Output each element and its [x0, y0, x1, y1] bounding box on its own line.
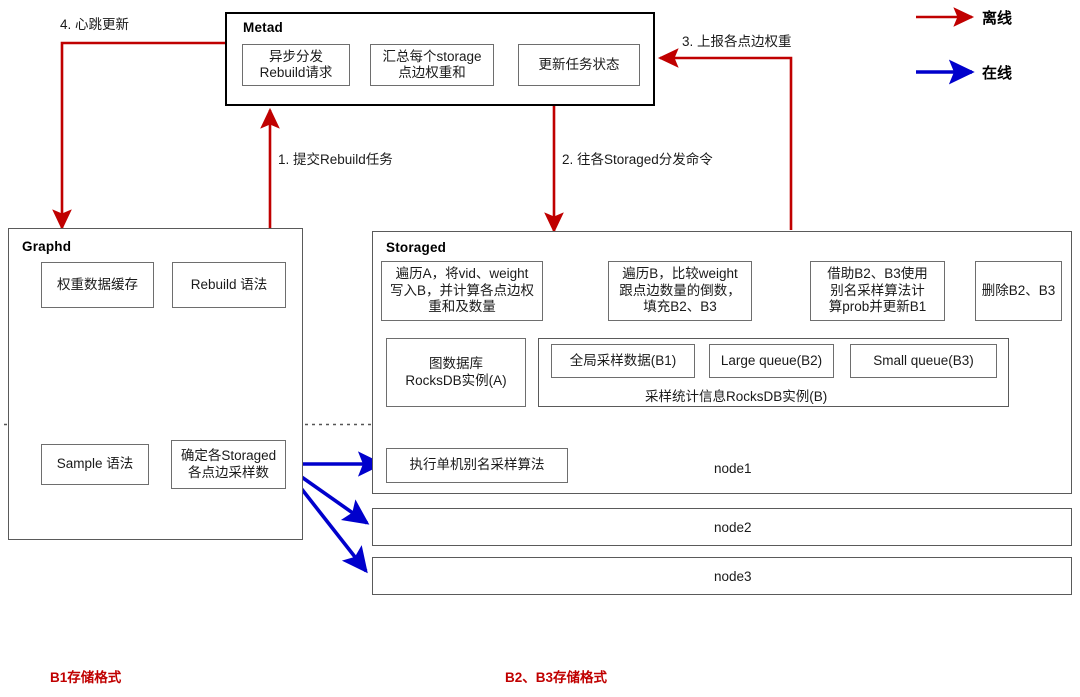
storaged-pipeline-step-2-line2: 跟点边数量的倒数，: [619, 282, 741, 298]
note-b1-format: B1存储格式 key： type:tagId:sId value: vId:we…: [50, 626, 295, 697]
storaged-queue-b3-label: Small queue(B3): [873, 352, 974, 368]
storaged-pipeline-step-1-line1: 遍历A，将vid、weight: [395, 266, 529, 282]
storaged-pipeline-step-2-line1: 遍历B，比较weight: [622, 266, 738, 282]
graphd-box-sample-syntax-label: Sample 语法: [56, 456, 134, 472]
metad-box-update-task-status-label: 更新任务状态: [538, 56, 620, 72]
storaged-pipeline-step-1-line3: 重和及数量: [428, 299, 496, 315]
graphd-title: Graphd: [22, 239, 72, 254]
graphd-box-rebuild-syntax-label: Rebuild 语法: [190, 276, 268, 292]
storaged-rocksdb-instance-a-line2: RocksDB实例(A): [405, 372, 507, 388]
note-b23-title: B2、B3存储格式: [505, 669, 608, 685]
storaged-online-alias-sampling[interactable]: 执行单机别名采样算法: [386, 448, 568, 483]
storaged-queue-b1[interactable]: 全局采样数据(B1): [551, 344, 695, 378]
graphd-box-rebuild-syntax[interactable]: Rebuild 语法: [172, 262, 286, 308]
note-b23-format: B2、B3存储格式 key： type:tagId:sId value: wei…: [505, 626, 633, 697]
metad-title: Metad: [243, 20, 284, 35]
legend-offline-label: 离线: [982, 10, 1013, 27]
node2-label: node2: [714, 520, 752, 535]
storaged-rocksdb-instance-a-line1: 图数据库: [429, 356, 483, 372]
graphd-box-sample-syntax[interactable]: Sample 语法: [41, 444, 149, 485]
graphd-box-determine-sample-count-line1: 确定各Storaged: [180, 448, 277, 464]
storaged-pipeline-step-3-line3: 算prob并更新B1: [828, 299, 927, 315]
node1-label: node1: [714, 461, 752, 476]
metad-box-aggregate-weight-line1: 汇总每个storage: [382, 48, 482, 64]
metad-box-update-task-status[interactable]: 更新任务状态: [518, 44, 640, 86]
graphd-box-weight-cache[interactable]: 权重数据缓存: [41, 262, 154, 308]
graphd-box-determine-sample-count[interactable]: 确定各Storaged 各点边采样数: [171, 440, 286, 489]
metad-box-aggregate-weight[interactable]: 汇总每个storage 点边权重和: [370, 44, 494, 86]
arrow-heartbeat: [52, 41, 225, 231]
metad-box-async-dispatch-line1: 异步分发: [269, 48, 323, 64]
storaged-pipeline-step-3-line2: 别名采样算法计: [830, 282, 925, 298]
flow-label-step2: 2. 往各Storaged分发命令: [562, 152, 713, 167]
storaged-pipeline-step-4-label: 删除B2、B3: [981, 282, 1056, 298]
storaged-pipeline-step-3[interactable]: 借助B2、B3使用 别名采样算法计 算prob并更新B1: [810, 261, 945, 321]
storaged-title: Storaged: [386, 240, 447, 255]
storaged-pipeline-step-2-line3: 填充B2、B3: [643, 299, 717, 315]
note-b1-title: B1存储格式: [50, 669, 122, 685]
storaged-queue-b2[interactable]: Large queue(B2): [709, 344, 834, 378]
diagram-canvas: 离线 在线 4. 心跳更新 1. 提交Rebuild任务 2. 往各Storag…: [0, 0, 1080, 697]
metad-box-async-dispatch[interactable]: 异步分发 Rebuild请求: [242, 44, 350, 86]
flow-label-step4: 4. 心跳更新: [60, 17, 130, 32]
metad-box-async-dispatch-line2: Rebuild请求: [259, 65, 333, 80]
graphd-box-determine-sample-count-line2: 各点边采样数: [188, 464, 269, 480]
storaged-online-alias-sampling-label: 执行单机别名采样算法: [409, 457, 545, 473]
flow-label-step3: 3. 上报各点边权重: [682, 34, 792, 49]
storaged-rocksdb-instance-a[interactable]: 图数据库 RocksDB实例(A): [386, 338, 526, 407]
arrow-report-weight: [657, 48, 793, 230]
storaged-queue-b2-label: Large queue(B2): [720, 352, 823, 368]
storaged-pipeline-step-4[interactable]: 删除B2、B3: [975, 261, 1062, 321]
node3-label: node3: [714, 569, 752, 584]
storaged-rocksdb-instance-b-caption: 采样统计信息RocksDB实例(B): [645, 389, 828, 404]
storaged-pipeline-step-1-line2: 写入B，并计算各点边权: [389, 282, 534, 298]
storaged-queue-b3[interactable]: Small queue(B3): [850, 344, 997, 378]
graphd-box-weight-cache-label: 权重数据缓存: [57, 276, 138, 292]
metad-box-aggregate-weight-line2: 点边权重和: [398, 65, 466, 80]
legend-online-label: 在线: [982, 65, 1013, 82]
storaged-pipeline-step-1[interactable]: 遍历A，将vid、weight 写入B，并计算各点边权 重和及数量: [381, 261, 543, 321]
storaged-pipeline-step-3-line1: 借助B2、B3使用: [827, 266, 928, 282]
storaged-queue-b1-label: 全局采样数据(B1): [569, 352, 677, 368]
storaged-pipeline-step-2[interactable]: 遍历B，比较weight 跟点边数量的倒数， 填充B2、B3: [608, 261, 752, 321]
flow-label-step1: 1. 提交Rebuild任务: [278, 152, 393, 167]
